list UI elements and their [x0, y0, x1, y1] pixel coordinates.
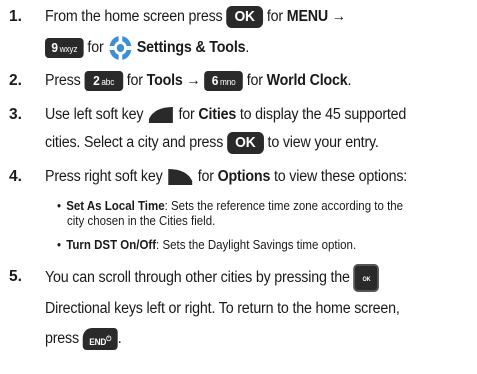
world-clock-label: World Clock — [266, 72, 348, 89]
step-text: for — [266, 8, 283, 25]
bullet-turn-dst: • Turn DST On/Off: Sets the Daylight Savi… — [57, 238, 357, 252]
step-number: 1. — [9, 8, 22, 25]
ok-key-icon: OK — [226, 5, 264, 28]
step-number: 3. — [9, 106, 22, 123]
key-6-icon: 6 mno — [204, 70, 243, 91]
step-text: for — [87, 39, 104, 57]
step-1-line-1: From the home screen press OK for MENU → — [45, 4, 346, 30]
cities-label: Cities — [198, 106, 237, 123]
arrow-glyph: → — [186, 72, 201, 89]
step-1-line-2: 9 wxyz for Settings & Tools. — [45, 34, 249, 60]
step-5-line-1: You can scroll through other cities by p… — [45, 264, 380, 292]
arrow-glyph: → — [331, 8, 346, 25]
ok-key-icon: OK — [226, 131, 264, 154]
key-2-icon: 2 abc — [84, 70, 123, 91]
step-3-line-2: cities. Select a city and press OK to vi… — [45, 130, 379, 156]
tools-label: Tools — [146, 72, 183, 89]
right-soft-key-icon — [168, 168, 193, 185]
end-power-key-icon: END⏻ — [82, 327, 118, 350]
menu-label: MENU — [286, 8, 329, 25]
left-soft-key-icon — [148, 106, 173, 123]
settings-tools-label: Settings & Tools — [136, 39, 246, 57]
step-number: 4. — [9, 168, 22, 185]
step-text: From the home screen press — [45, 8, 223, 25]
step-2-line-1: Press 2 abc for Tools → 6 mno for World Cl… — [45, 70, 352, 91]
step-3-line-1: Use left soft key for Cities to display … — [45, 106, 407, 123]
instruction-document: 1. From the home screen press OK for MEN… — [0, 0, 477, 374]
bullet-set-local-time: • Set As Local Time: Sets the reference t… — [57, 199, 404, 213]
bullet-set-local-time-cont: city chosen in the Cities field. — [67, 214, 216, 228]
settings-gear-icon — [109, 36, 132, 60]
step-number: 2. — [9, 72, 22, 89]
options-label: Options — [217, 168, 271, 185]
step-5-line-3: press END⏻. — [45, 326, 122, 352]
step-4-line-1: Press right soft key for Options to view… — [45, 168, 408, 185]
directional-ok-key-icon: OK — [353, 264, 380, 292]
step-number: 5. — [9, 268, 22, 285]
key-9-icon: 9 wxyz — [45, 38, 84, 58]
step-5-line-2: Directional keys left or right. To retur… — [45, 300, 400, 317]
